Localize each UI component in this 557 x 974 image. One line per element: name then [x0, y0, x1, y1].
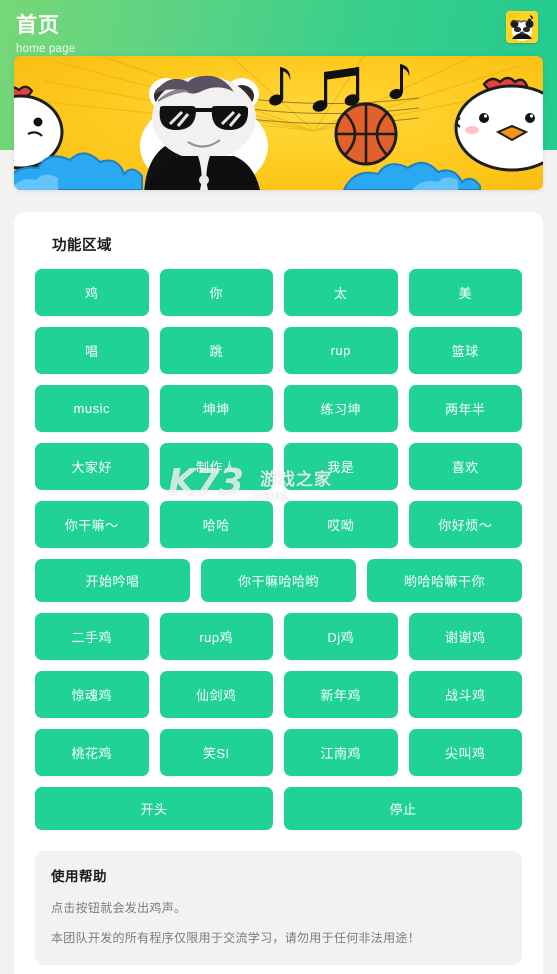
page-subtitle: home page	[16, 43, 76, 55]
function-button[interactable]: 两年半	[408, 385, 522, 432]
function-button[interactable]: 你	[159, 269, 273, 316]
function-button[interactable]: 尖叫鸡	[408, 729, 522, 776]
button-row: 桃花鸡 笑SI 江南鸡 尖叫鸡	[35, 729, 522, 776]
function-button[interactable]: 唱	[35, 327, 149, 374]
function-button[interactable]: 美	[408, 269, 522, 316]
hero-banner[interactable]	[14, 56, 543, 190]
section-title: 功能区域	[52, 238, 112, 254]
button-row: 开始吟唱 你干嘛哈哈哟 哟哈哈嘛干你	[35, 559, 522, 602]
button-row: 惊魂鸡 仙剑鸡 新年鸡 战斗鸡	[35, 671, 522, 718]
function-button[interactable]: 鸡	[35, 269, 149, 316]
help-box: 使用帮助 点击按钮就会发出鸡声。 本团队开发的所有程序仅限用于交流学习，请勿用于…	[35, 851, 522, 965]
function-button[interactable]: 太	[284, 269, 398, 316]
button-row: 你干嘛～ 哈哈 哎呦 你好烦～	[35, 501, 522, 548]
function-button[interactable]: 你好烦～	[408, 501, 522, 548]
help-line: 本团队开发的所有程序仅限用于交流学习，请勿用于任何非法用途！	[51, 931, 421, 945]
function-button[interactable]: 我是	[284, 443, 398, 490]
function-button[interactable]: 桃花鸡	[35, 729, 149, 776]
function-button[interactable]: 哈哈	[159, 501, 273, 548]
function-button[interactable]: 制作人	[159, 443, 273, 490]
function-button[interactable]: 坤坤	[159, 385, 273, 432]
function-button[interactable]: 战斗鸡	[408, 671, 522, 718]
function-card: 功能区域 鸡你太美唱跳 rup 篮球 music 坤坤 练习坤 两年半 大家好 制作人 我是 喜欢你…	[14, 212, 543, 974]
function-button[interactable]: 哟哈哈嘛干你	[367, 559, 522, 602]
app-root: 首页 home page 功能区域 鸡 你 太 美 唱 跳 rup 篮球 mus…	[0, 0, 557, 974]
function-button[interactable]: 新年鸡	[284, 671, 398, 718]
function-button[interactable]: 笑SI	[159, 729, 273, 776]
function-button[interactable]: 停止	[284, 787, 522, 830]
function-button[interactable]: music	[35, 385, 149, 432]
function-button[interactable]: 开头	[35, 787, 273, 830]
button-row: music 坤坤 练习坤 两年半	[35, 385, 522, 432]
button-row: 大家好 制作人 我是 喜欢	[35, 443, 522, 490]
function-button[interactable]: 开始吟唱	[35, 559, 190, 602]
function-button-grid: 鸡你太美唱跳 rup 篮球 music 坤坤 练习坤 两年半 大家好 制作人 我是 喜欢 你干嘛～ 哈哈…	[35, 269, 522, 841]
function-button[interactable]: 江南鸡	[284, 729, 398, 776]
function-button[interactable]: 跳	[159, 327, 273, 374]
help-title: 使用帮助	[51, 869, 107, 884]
function-button[interactable]: 练习坤	[284, 385, 398, 432]
function-button[interactable]: 篮球	[408, 327, 522, 374]
button-row: 鸡你太美	[35, 269, 522, 316]
button-row: 唱跳 rup 篮球	[35, 327, 522, 374]
function-button[interactable]: 惊魂鸡	[35, 671, 149, 718]
function-button[interactable]: 谢谢鸡	[408, 613, 522, 660]
function-button[interactable]: 你干嘛～	[35, 501, 149, 548]
function-button[interactable]: Dj鸡	[284, 613, 398, 660]
function-button[interactable]: rup鸡	[159, 613, 273, 660]
function-button[interactable]: 哎呦	[284, 501, 398, 548]
help-line: 点击按钮就会发出鸡声。	[51, 901, 187, 915]
function-button[interactable]: 你干嘛哈哈哟	[201, 559, 356, 602]
function-button[interactable]: rup	[284, 327, 398, 374]
function-button[interactable]: 喜欢	[408, 443, 522, 490]
page-title: 首页	[16, 14, 60, 37]
function-button[interactable]: 二手鸡	[35, 613, 149, 660]
button-row: 二手鸡 rup鸡 Dj鸡 谢谢鸡	[35, 613, 522, 660]
button-row: 开头 停止	[35, 787, 522, 830]
panda-meme-avatar-icon[interactable]	[506, 11, 538, 43]
function-button[interactable]: 大家好	[35, 443, 149, 490]
function-button[interactable]: 仙剑鸡	[159, 671, 273, 718]
